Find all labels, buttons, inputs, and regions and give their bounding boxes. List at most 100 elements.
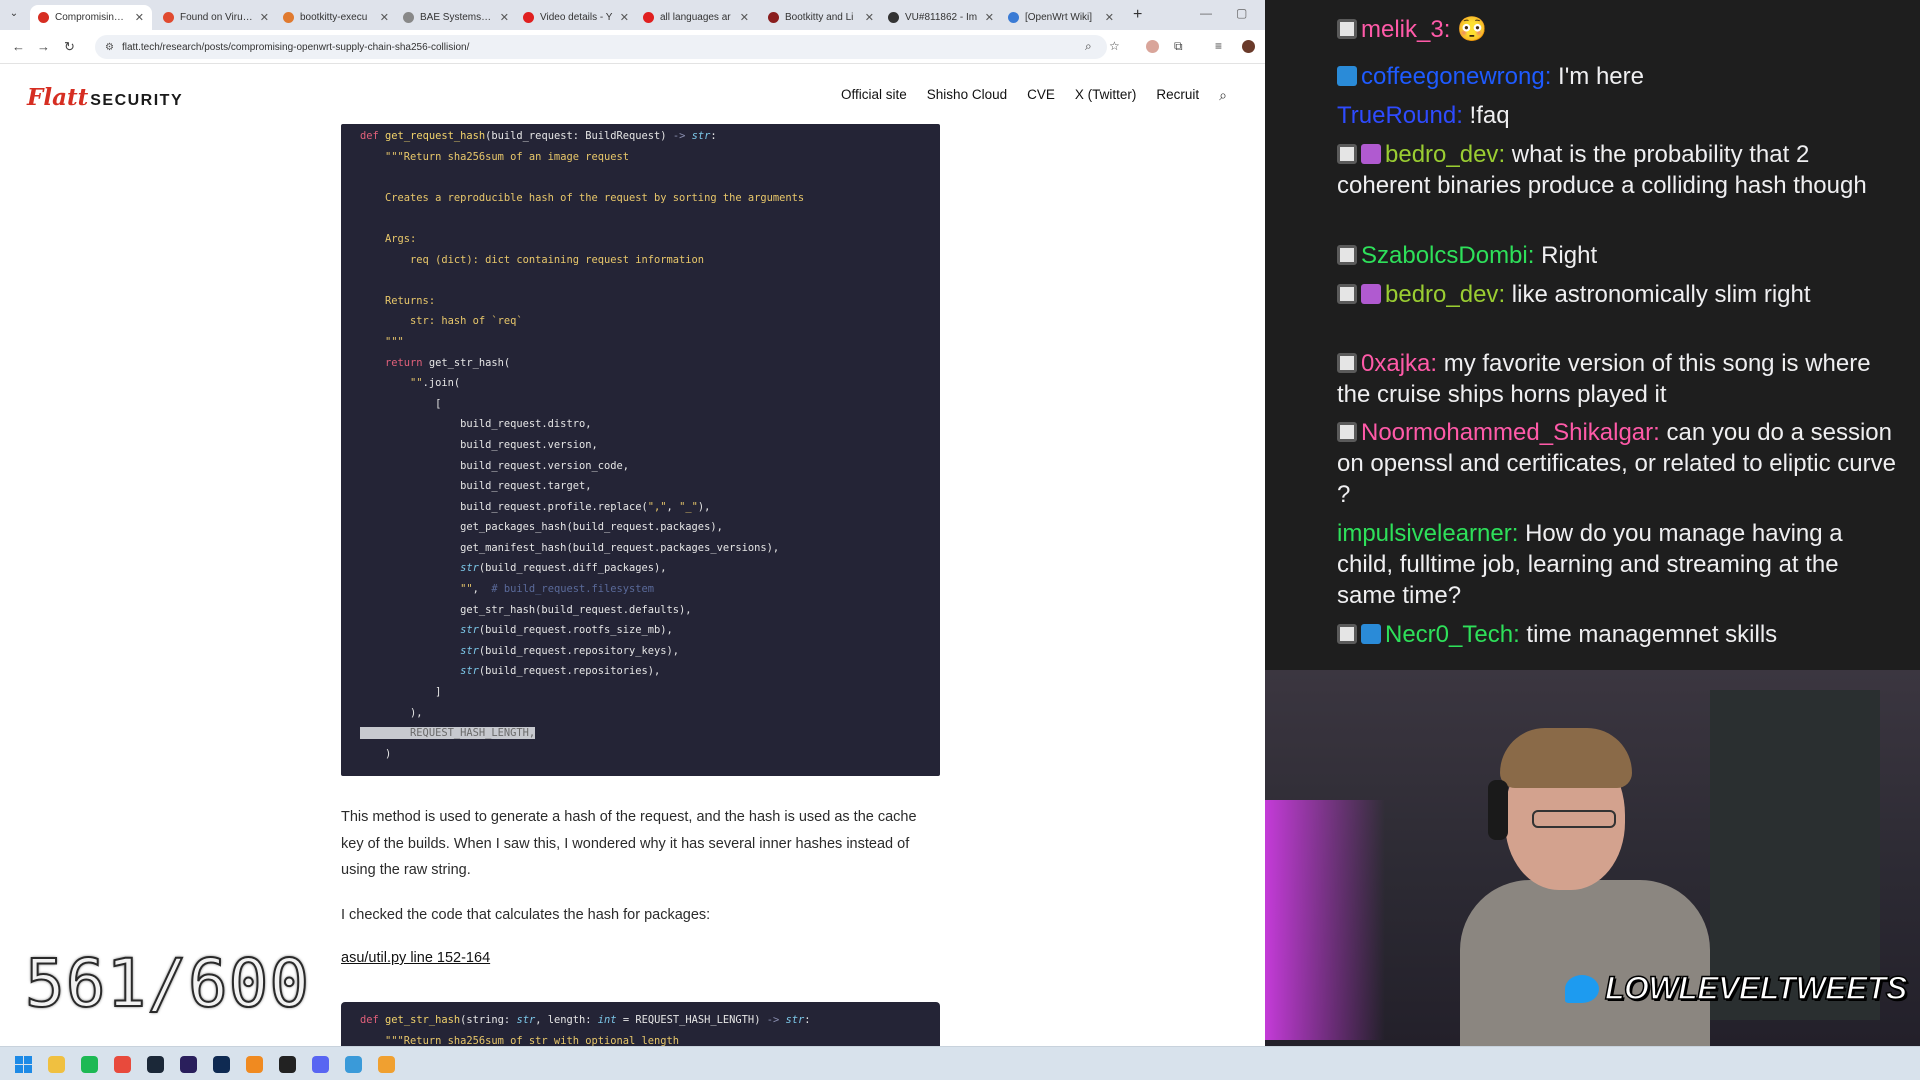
mod-badge-icon — [1337, 245, 1357, 265]
code-text: def get_request_hash(build_request: Buil… — [360, 130, 805, 760]
nav-cve[interactable]: CVE — [1027, 87, 1055, 104]
mod-badge-icon — [1337, 624, 1357, 644]
browser-tab[interactable]: all languages ar ✕ — [635, 5, 757, 30]
browser-tab[interactable]: BAE Systems - W ✕ — [395, 5, 517, 30]
chat-text: Right — [1541, 242, 1598, 269]
browser-tab[interactable]: Video details - Y ✕ — [515, 5, 637, 30]
spotify-icon[interactable] — [81, 1056, 98, 1073]
nav-recruit[interactable]: Recruit — [1156, 87, 1199, 104]
site-nav: Official site Shisho Cloud CVE X (Twitte… — [841, 87, 1227, 104]
favicon-icon — [643, 12, 654, 23]
chat-message: SzabolcsDombi: Right — [1337, 240, 1897, 271]
chat-username[interactable]: melik_3 — [1361, 16, 1444, 43]
tab-search-icon[interactable]: ⌄ — [6, 8, 22, 22]
browser-toolbar: ← → ↻ ⚙ flatt.tech/research/posts/compro… — [0, 30, 1265, 64]
close-tab-icon[interactable]: ✕ — [1105, 11, 1114, 24]
browser-tab[interactable]: Bootkitty and Li ✕ — [760, 5, 882, 30]
browser-tab[interactable]: VU#811862 - Im ✕ — [880, 5, 1002, 30]
favicon-icon — [403, 12, 414, 23]
nav-twitter[interactable]: X (Twitter) — [1075, 87, 1137, 104]
chat-message: impulsivelearner: How do you manage havi… — [1337, 518, 1897, 611]
chrome-icon[interactable] — [114, 1056, 131, 1073]
chat-separator: : — [1430, 350, 1444, 377]
chat-username[interactable]: bedro_dev — [1385, 141, 1498, 168]
maximize-icon[interactable]: ▢ — [1236, 6, 1247, 20]
twitter-overlay: LOWLEVELTWEETS — [1565, 969, 1908, 1007]
back-icon[interactable]: ← — [12, 39, 25, 54]
favicon-icon — [283, 12, 294, 23]
sublime-icon[interactable] — [378, 1056, 395, 1073]
gift-badge-icon — [1361, 284, 1381, 304]
close-tab-icon[interactable]: ✕ — [985, 11, 994, 24]
browser-tab[interactable]: Found on VirusTo ✕ — [155, 5, 277, 30]
browser-tab[interactable]: Compromising O ✕ — [30, 5, 152, 30]
chat-separator: : — [1527, 242, 1542, 269]
twitter-bird-icon — [1565, 974, 1599, 1003]
chat-text: I'm here — [1558, 63, 1644, 90]
tab-title: VU#811862 - Im — [905, 12, 978, 23]
favicon-icon — [1008, 12, 1019, 23]
chat-message: Noormohammed_Shikalgar: can you do a ses… — [1337, 417, 1897, 510]
minimize-icon[interactable]: — — [1200, 6, 1212, 20]
chat-message: bedro_dev: what is the probability that … — [1337, 139, 1897, 201]
chat-separator: : — [1498, 141, 1512, 168]
new-tab-button[interactable]: + — [1133, 6, 1142, 24]
browser-tab[interactable]: bootkitty-execu ✕ — [275, 5, 397, 30]
windows-start-icon[interactable] — [15, 1056, 32, 1073]
close-tab-icon[interactable]: ✕ — [135, 11, 144, 24]
nav-shisho-cloud[interactable]: Shisho Cloud — [927, 87, 1007, 104]
chat-username[interactable]: Necr0_Tech — [1385, 621, 1513, 648]
source-link[interactable]: asu/util.py line 152-164 — [341, 950, 490, 966]
photoshop-icon[interactable] — [213, 1056, 230, 1073]
chat-username[interactable]: 0xajka — [1361, 350, 1430, 377]
app-blue-icon[interactable] — [345, 1056, 362, 1073]
tab-title: all languages ar — [660, 12, 731, 23]
chat-text: !faq — [1469, 102, 1510, 129]
close-tab-icon[interactable]: ✕ — [380, 11, 389, 24]
chat-text: like astronomically slim right — [1511, 281, 1811, 308]
sub-badge-icon — [1361, 624, 1381, 644]
chat-username[interactable]: SzabolcsDombi — [1361, 242, 1528, 269]
close-tab-icon[interactable]: ✕ — [260, 11, 269, 24]
profile-avatar[interactable] — [1242, 40, 1255, 53]
flatt-security-logo[interactable]: Flatt SECURITY — [27, 84, 183, 111]
chat-username[interactable]: bedro_dev — [1385, 281, 1498, 308]
file-explorer-icon[interactable] — [48, 1056, 65, 1073]
twitter-handle: LOWLEVELTWEETS — [1604, 969, 1908, 1007]
favicon-icon — [523, 12, 534, 23]
chat-username[interactable]: TrueRound — [1337, 102, 1456, 129]
sub-badge-icon — [1337, 66, 1357, 86]
forward-icon[interactable]: → — [37, 39, 50, 54]
chat-separator: : — [1653, 419, 1667, 446]
premiere-icon[interactable] — [180, 1056, 197, 1073]
extensions-puzzle-icon[interactable]: ⧉ — [1174, 39, 1183, 54]
ubisoft-icon[interactable] — [279, 1056, 296, 1073]
close-tab-icon[interactable]: ✕ — [740, 11, 749, 24]
code-block-get-request-hash: def get_request_hash(build_request: Buil… — [341, 124, 940, 776]
mod-badge-icon — [1337, 422, 1357, 442]
close-tab-icon[interactable]: ✕ — [620, 11, 629, 24]
close-tab-icon[interactable]: ✕ — [865, 11, 874, 24]
close-tab-icon[interactable]: ✕ — [500, 11, 509, 24]
chat-message: Necr0_Tech: time managemnet skills — [1337, 619, 1897, 650]
reading-list-icon[interactable]: ≡ — [1215, 39, 1222, 53]
nav-official-site[interactable]: Official site — [841, 87, 907, 104]
chat-username[interactable]: Noormohammed_Shikalgar — [1361, 419, 1653, 446]
bookmark-star-icon[interactable]: ☆ — [1109, 39, 1120, 53]
taskbar — [0, 1046, 1920, 1080]
site-info-icon[interactable]: ⚙ — [105, 42, 114, 53]
search-icon[interactable]: ⌕ — [1219, 87, 1227, 104]
discord-icon[interactable] — [312, 1056, 329, 1073]
tab-title: BAE Systems - W — [420, 12, 494, 23]
steam-icon[interactable] — [147, 1056, 164, 1073]
browser-tab[interactable]: [OpenWrt Wiki] ✕ — [1000, 5, 1122, 30]
extension-icon[interactable] — [1146, 40, 1159, 53]
zoom-icon[interactable]: ⌕ — [1085, 39, 1092, 54]
vlc-icon[interactable] — [246, 1056, 263, 1073]
chat-message: bedro_dev: like astronomically slim righ… — [1337, 279, 1897, 310]
favicon-icon — [163, 12, 174, 23]
chat-username[interactable]: coffeegonewrong — [1361, 63, 1545, 90]
address-bar[interactable]: ⚙ flatt.tech/research/posts/compromising… — [95, 35, 1107, 59]
chat-username[interactable]: impulsivelearner — [1337, 520, 1512, 547]
reload-icon[interactable]: ↻ — [64, 39, 75, 55]
